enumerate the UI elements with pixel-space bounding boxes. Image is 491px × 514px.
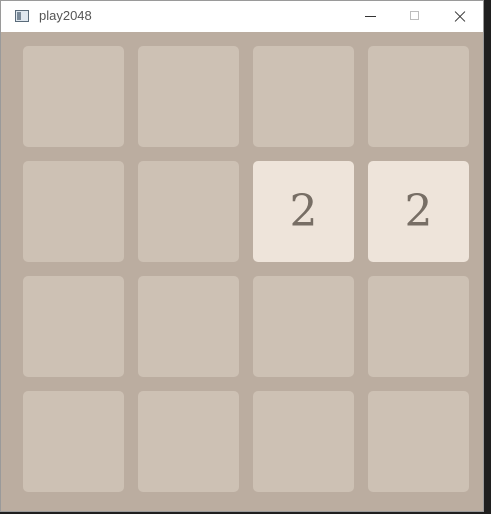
maximize-button[interactable] <box>393 1 437 32</box>
window-title: play2048 <box>39 8 92 23</box>
board-cell <box>23 161 124 262</box>
tile-2: 2 <box>253 161 354 262</box>
title-bar[interactable]: play2048 <box>1 1 483 32</box>
board-cell <box>138 391 239 492</box>
board-cell <box>253 276 354 377</box>
board-cell <box>368 46 469 147</box>
board-cell <box>368 391 469 492</box>
board-cell <box>23 391 124 492</box>
board-cell <box>138 276 239 377</box>
tile-2: 2 <box>368 161 469 262</box>
board-cell <box>138 161 239 262</box>
board-cell <box>253 46 354 147</box>
board-cell <box>23 276 124 377</box>
minimize-button[interactable] <box>349 1 393 32</box>
board-cell <box>253 391 354 492</box>
game-board[interactable]: 2 2 <box>8 32 478 507</box>
board-cell <box>368 276 469 377</box>
close-button[interactable] <box>437 1 481 32</box>
app-window-icon <box>15 10 29 22</box>
board-cell <box>23 46 124 147</box>
board-cell <box>138 46 239 147</box>
game-window: play2048 2 2 <box>0 0 484 512</box>
